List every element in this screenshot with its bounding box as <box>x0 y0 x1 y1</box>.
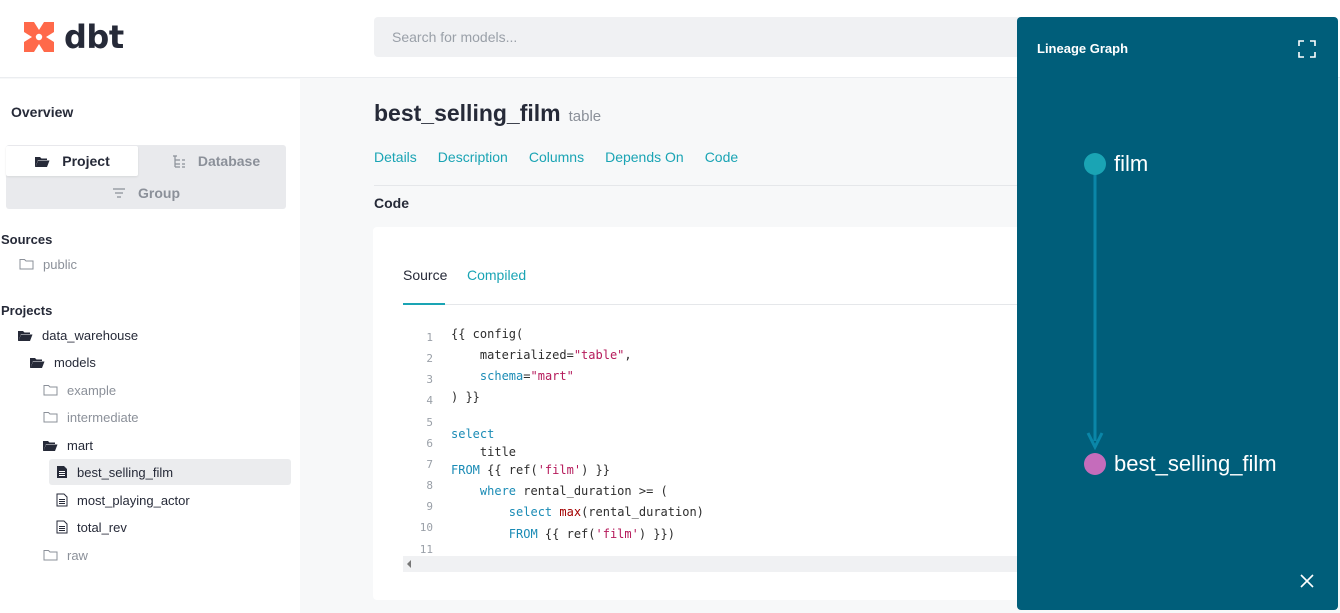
sidebar: Overview Project Database Group Sources … <box>0 79 300 613</box>
line-number: 6 <box>426 437 433 450</box>
code-line: FROM {{ ref('film') }} <box>451 463 610 477</box>
tab-source[interactable]: Source <box>403 267 447 283</box>
active-tab-indicator <box>403 303 445 305</box>
tree-item-raw[interactable]: raw <box>43 542 88 568</box>
tree-item-most-playing-actor[interactable]: most_playing_actor <box>56 487 190 513</box>
file-icon <box>56 520 68 534</box>
tree-item-label: models <box>54 354 96 370</box>
model-tabs: Details Description Columns Depends On C… <box>374 149 759 165</box>
code-line: {{ config( <box>451 327 524 341</box>
tree-item-label: example <box>67 382 117 398</box>
code-card: Source Compiled 1 2 3 4 5 6 7 8 9 10 11 … <box>373 227 1033 600</box>
code-line: select max(rental_duration) <box>508 505 704 519</box>
node-label-film[interactable]: film <box>1114 151 1148 177</box>
line-number: 11 <box>419 543 433 556</box>
tab-description[interactable]: Description <box>438 149 508 165</box>
model-header: best_selling_film table <box>374 100 601 127</box>
horizontal-scrollbar[interactable] <box>403 556 1033 572</box>
view-toggle: Project Database Group <box>6 145 286 209</box>
tab-details[interactable]: Details <box>374 149 417 165</box>
line-number: 1 <box>426 331 433 344</box>
folder-open-icon <box>35 156 50 167</box>
hierarchy-icon <box>172 154 185 168</box>
folder-icon <box>43 412 58 423</box>
node-film <box>1084 153 1106 175</box>
code-tabs-divider <box>403 304 1033 305</box>
code-line: where rental_duration >= ( <box>479 484 668 498</box>
line-number: 5 <box>426 416 433 429</box>
code-line: materialized="table", <box>451 348 632 362</box>
tree-item-label: most_playing_actor <box>77 492 190 508</box>
folder-icon <box>19 259 34 270</box>
tree-item-example[interactable]: example <box>43 377 116 403</box>
code-line: title <box>451 445 517 459</box>
file-icon <box>56 493 68 507</box>
tree-item-intermediate[interactable]: intermediate <box>43 404 139 430</box>
tab-columns[interactable]: Columns <box>529 149 584 165</box>
materialization-badge: table <box>568 108 602 125</box>
line-number: 3 <box>426 373 433 386</box>
overview-link[interactable]: Overview <box>11 104 73 120</box>
close-icon[interactable] <box>1299 573 1315 589</box>
project-toggle-label: Project <box>62 153 110 169</box>
tree-item-label: data_warehouse <box>42 327 139 343</box>
projects-title: Projects <box>1 303 53 318</box>
search-input[interactable] <box>374 17 1074 57</box>
tree-item-label: total_rev <box>77 519 127 535</box>
code-line: select <box>451 427 495 441</box>
scroll-left-icon[interactable] <box>407 560 411 568</box>
database-toggle-button[interactable]: Database <box>146 146 286 176</box>
node-label-best-selling-film[interactable]: best_selling_film <box>1114 451 1277 477</box>
sources-title: Sources <box>1 232 53 247</box>
line-number: 9 <box>426 500 433 513</box>
page-title: best_selling_film <box>374 100 561 126</box>
tree-item-mart[interactable]: mart <box>42 432 93 458</box>
tree-item-label: raw <box>67 547 88 563</box>
lineage-graph <box>1084 153 1106 475</box>
tree-item-label: mart <box>67 437 93 453</box>
code-section-title: Code <box>374 195 409 211</box>
line-number: 4 <box>426 394 433 407</box>
code-line: ) }} <box>451 390 480 404</box>
tree-item-label: public <box>43 256 77 272</box>
tab-depends-on[interactable]: Depends On <box>605 149 684 165</box>
dbt-logo-icon <box>24 22 54 52</box>
folder-open-icon <box>43 440 58 451</box>
line-number: 2 <box>426 352 433 365</box>
folder-icon <box>43 550 58 561</box>
project-toggle-button[interactable]: Project <box>6 146 138 176</box>
line-number: 8 <box>426 479 433 492</box>
tree-item-label: best_selling_film <box>77 464 174 480</box>
database-toggle-label: Database <box>197 153 261 169</box>
tree-item-total-rev[interactable]: total_rev <box>56 514 127 540</box>
tree-item-data-warehouse[interactable]: data_warehouse <box>17 322 138 348</box>
line-number: 7 <box>426 458 433 471</box>
group-toggle-button[interactable]: Group <box>6 178 286 208</box>
folder-open-icon <box>18 330 33 341</box>
tab-code[interactable]: Code <box>705 149 738 165</box>
line-number: 10 <box>419 521 433 534</box>
dbt-logo[interactable]: dbt <box>20 18 124 56</box>
node-best-selling-film <box>1084 453 1106 475</box>
file-filled-icon <box>57 466 67 478</box>
group-toggle-label: Group <box>138 185 180 201</box>
tabs-divider <box>374 185 1034 186</box>
logo-text: dbt <box>64 18 124 56</box>
tree-item-public[interactable]: public <box>19 251 77 277</box>
tree-item-models[interactable]: models <box>29 349 96 375</box>
folder-open-icon <box>30 357 45 368</box>
code-line: schema="mart" <box>479 369 574 383</box>
folder-icon <box>43 385 58 396</box>
lineage-panel: Lineage Graph film best_selling_film <box>1017 17 1338 610</box>
tab-compiled[interactable]: Compiled <box>467 267 526 283</box>
code-line: FROM {{ ref('film') }}) <box>508 527 675 541</box>
tree-item-best-selling-film[interactable]: best_selling_film <box>49 459 291 485</box>
tree-item-label: intermediate <box>67 409 139 425</box>
filter-lines-icon <box>113 188 125 198</box>
